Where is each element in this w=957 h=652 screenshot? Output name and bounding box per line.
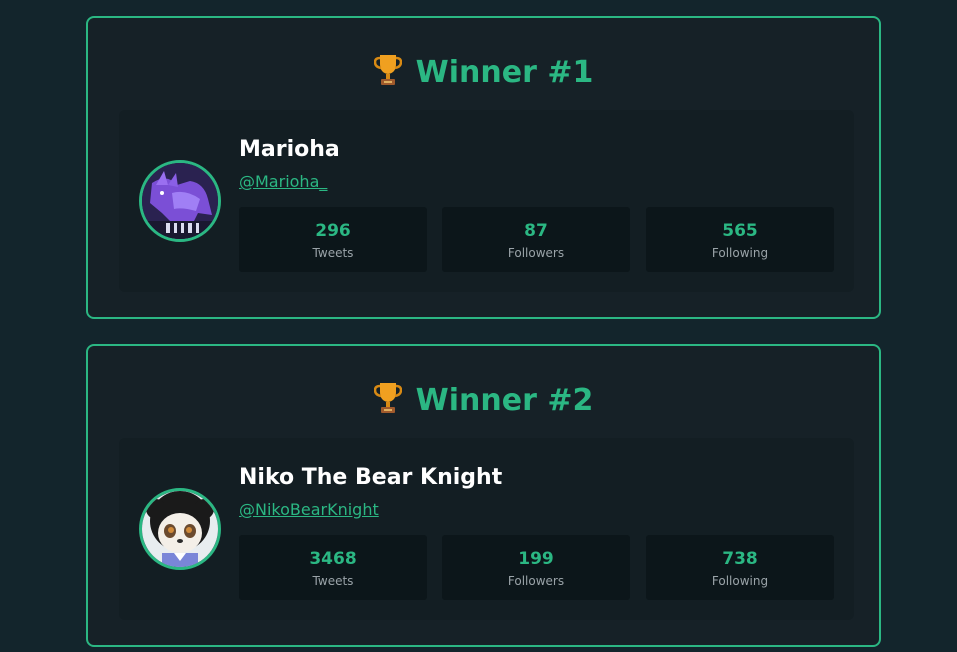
stat-value: 738: [722, 549, 758, 569]
stat-following: 565 Following: [646, 207, 834, 272]
stats-row: 296 Tweets 87 Followers 565 Following: [239, 207, 836, 272]
wolf-avatar-image: [142, 163, 218, 239]
user-name: Marioha: [239, 137, 340, 162]
winner-heading: Winner #1: [88, 52, 879, 93]
stat-label: Tweets: [312, 574, 354, 588]
stat-value: 3468: [309, 549, 357, 569]
stat-label: Following: [711, 246, 769, 260]
trophy-icon: [373, 383, 402, 413]
stat-value: 296: [315, 221, 351, 241]
profile-box: Niko The Bear Knight @NikoBearKnight 346…: [119, 438, 854, 620]
user-handle-link[interactable]: @Marioha_: [239, 172, 327, 192]
stat-label: Followers: [507, 246, 565, 260]
winner-heading: Winner #2: [88, 380, 879, 421]
page: Winner #1 Marioha @Marioha_ 296 Tweets 8…: [0, 0, 957, 652]
stat-following: 738 Following: [646, 535, 834, 600]
stat-followers: 87 Followers: [442, 207, 630, 272]
stat-followers: 199 Followers: [442, 535, 630, 600]
stat-value: 199: [518, 549, 554, 569]
winner-card-1: Winner #1 Marioha @Marioha_ 296 Tweets 8…: [86, 16, 881, 319]
stat-label: Tweets: [312, 246, 354, 260]
stat-label: Following: [711, 574, 769, 588]
avatar[interactable]: [139, 488, 221, 570]
stat-label: Followers: [507, 574, 565, 588]
stat-tweets: 296 Tweets: [239, 207, 427, 272]
profile-box: Marioha @Marioha_ 296 Tweets 87 Follower…: [119, 110, 854, 292]
user-name: Niko The Bear Knight: [239, 465, 503, 490]
stat-value: 87: [524, 221, 548, 241]
winner-title: Winner #2: [415, 383, 594, 418]
stat-tweets: 3468 Tweets: [239, 535, 427, 600]
stat-value: 565: [722, 221, 758, 241]
trophy-icon: [373, 55, 402, 85]
stats-row: 3468 Tweets 199 Followers 738 Following: [239, 535, 836, 600]
avatar[interactable]: [139, 160, 221, 242]
winner-title: Winner #1: [415, 55, 594, 90]
user-handle-link[interactable]: @NikoBearKnight: [239, 500, 379, 520]
winner-card-2: Winner #2 Niko The Bear Knight @NikoBear…: [86, 344, 881, 647]
bear-avatar-image: [142, 491, 218, 567]
